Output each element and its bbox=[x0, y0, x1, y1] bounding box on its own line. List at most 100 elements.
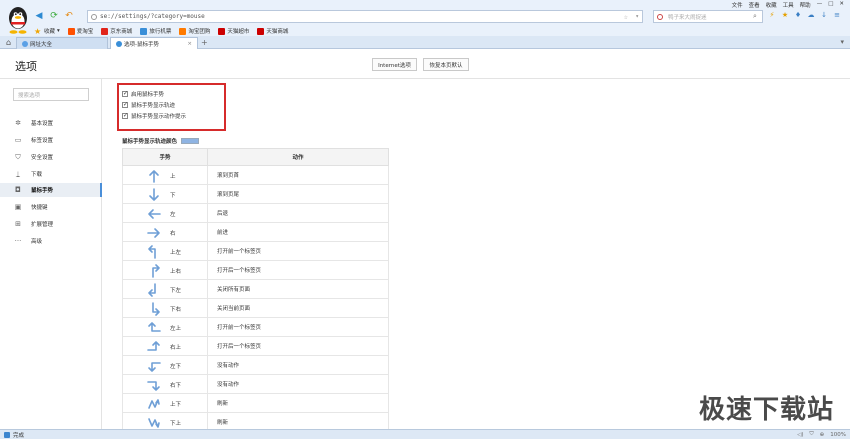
lightning-icon[interactable]: ⚡ bbox=[768, 11, 776, 19]
action-cell[interactable]: 滚到页尾 bbox=[207, 184, 389, 204]
arrow-right-up-icon bbox=[147, 341, 160, 351]
bookmark-favorites[interactable]: ★ 收藏 ▾ bbox=[34, 27, 60, 35]
sidebar-item-tabs[interactable]: ▭ 标签设置 bbox=[0, 133, 101, 147]
search-icon[interactable]: ⌕ bbox=[750, 12, 760, 22]
zoom-level[interactable]: 100% bbox=[830, 432, 846, 438]
menu-favorites[interactable]: 收藏 bbox=[766, 1, 777, 9]
table-row[interactable]: 上左 打开前一个标签页 bbox=[122, 241, 389, 261]
sidebar-item-label: 鼠标手势 bbox=[31, 188, 54, 194]
favorites-icon[interactable]: ★ bbox=[781, 11, 789, 19]
bookmark-item[interactable]: 天猫商城 bbox=[257, 27, 288, 35]
minimize-icon[interactable]: — bbox=[817, 1, 823, 9]
action-cell[interactable]: 滚到页首 bbox=[207, 165, 389, 185]
table-row[interactable]: 下 滚到页尾 bbox=[122, 184, 389, 204]
table-row[interactable]: 左 后退 bbox=[122, 203, 389, 223]
checkbox-icon[interactable]: ✓ bbox=[122, 101, 128, 108]
maximize-icon[interactable]: □ bbox=[828, 1, 833, 9]
bookmark-star-icon[interactable]: ☆ bbox=[624, 13, 628, 21]
close-icon[interactable]: ✕ bbox=[839, 1, 844, 9]
menu-view[interactable]: 查看 bbox=[749, 1, 760, 9]
address-bar[interactable]: se://settings/?category=mouse ☆ ▾ bbox=[87, 10, 643, 23]
bookmark-item[interactable]: 旅行机票 bbox=[140, 27, 171, 35]
checkbox-icon[interactable]: ✓ bbox=[122, 112, 128, 119]
menu-bar: 文件 查看 收藏 工具 帮助 — □ ✕ bbox=[732, 1, 844, 9]
table-row[interactable]: 上 滚到页首 bbox=[122, 165, 389, 185]
trail-color-swatch[interactable] bbox=[181, 138, 200, 144]
bookmark-label: 爱淘宝 bbox=[76, 29, 94, 35]
bookmark-item[interactable]: 天猫超市 bbox=[218, 27, 249, 35]
settings-search-input[interactable]: 搜索选项 bbox=[13, 88, 89, 101]
restore-defaults-button[interactable]: 恢复本页默认 bbox=[423, 58, 469, 71]
cloud-icon[interactable]: ☁ bbox=[807, 11, 815, 19]
show-hint-checkbox[interactable]: ✓ 鼠标手势显示动作提示 bbox=[122, 111, 186, 120]
checkbox-icon[interactable]: ✓ bbox=[122, 90, 128, 97]
tab-settings[interactable]: 选项-鼠标手势 × bbox=[110, 37, 198, 49]
action-cell[interactable]: 关闭当前页面 bbox=[207, 298, 389, 318]
column-header-gesture: 手势 bbox=[122, 148, 208, 166]
bookmark-item[interactable]: 淘宝团购 bbox=[179, 27, 210, 35]
table-row[interactable]: 右 前进 bbox=[122, 222, 389, 242]
search-input[interactable]: 鸭子来大闹捉迷 ⌕ bbox=[653, 10, 763, 23]
back-icon[interactable]: ◀ bbox=[34, 11, 44, 21]
table-row[interactable]: 下右 关闭当前页面 bbox=[122, 298, 389, 318]
chevron-down-icon[interactable]: ▾ bbox=[840, 38, 844, 46]
table-row[interactable]: 右下 没有动作 bbox=[122, 374, 389, 394]
sidebar-item-download[interactable]: ⍊ 下载 bbox=[0, 167, 101, 181]
action-cell[interactable]: 没有动作 bbox=[207, 374, 389, 394]
gesture-cell: 上下 bbox=[122, 393, 208, 413]
action-cell[interactable]: 前进 bbox=[207, 222, 389, 242]
search-engine-icon[interactable] bbox=[657, 14, 663, 20]
sidebar-item-mouse-gestures[interactable]: ◘ 鼠标手势 bbox=[0, 183, 102, 197]
download-icon: ⍊ bbox=[15, 170, 21, 178]
gesture-cell: 左 bbox=[122, 203, 208, 223]
new-tab-icon[interactable]: + bbox=[201, 38, 208, 47]
tab-label: 网址大全 bbox=[30, 41, 53, 48]
action-cell[interactable]: 打开后一个标签页 bbox=[207, 260, 389, 280]
internet-options-button[interactable]: Internet选项 bbox=[372, 58, 417, 71]
status-text: 完成 bbox=[13, 433, 25, 439]
table-row[interactable]: 上下 刷新 bbox=[122, 393, 389, 413]
show-trail-checkbox[interactable]: ✓ 鼠标手势显示轨迹 bbox=[122, 100, 175, 109]
sidebar-item-security[interactable]: ⛉ 安全设置 bbox=[0, 150, 101, 164]
bookmark-label: 收藏 bbox=[44, 29, 56, 35]
gesture-name: 左 bbox=[170, 212, 176, 218]
tab-icon: ▭ bbox=[14, 136, 22, 144]
shield-status-icon[interactable]: ⛉ bbox=[810, 431, 814, 438]
action-cell[interactable]: 打开前一个标签页 bbox=[207, 317, 389, 337]
action-cell[interactable]: 关闭所有页面 bbox=[207, 279, 389, 299]
action-cell[interactable]: 刷新 bbox=[207, 393, 389, 413]
bookmark-item[interactable]: 京东商城 bbox=[101, 27, 132, 35]
download-tool-icon[interactable]: ↓ bbox=[820, 11, 828, 19]
menu-help[interactable]: 帮助 bbox=[800, 1, 811, 9]
table-row[interactable]: 左下 没有动作 bbox=[122, 355, 389, 375]
table-row[interactable]: 下左 关闭所有页面 bbox=[122, 279, 389, 299]
arrow-up-down-icon bbox=[148, 399, 160, 409]
action-cell[interactable]: 后退 bbox=[207, 203, 389, 223]
close-tab-icon[interactable]: × bbox=[187, 41, 192, 47]
chevron-down-icon[interactable]: ▾ bbox=[635, 13, 639, 20]
refresh-icon[interactable]: ⟳ bbox=[49, 11, 59, 21]
table-row[interactable]: 左上 打开前一个标签页 bbox=[122, 317, 389, 337]
action-cell[interactable]: 没有动作 bbox=[207, 355, 389, 375]
home-icon[interactable]: ⌂ bbox=[6, 38, 11, 47]
action-cell[interactable]: 打开前一个标签页 bbox=[207, 241, 389, 261]
speaker-icon[interactable]: ◁) bbox=[797, 432, 803, 438]
bookmark-label: 旅行机票 bbox=[149, 29, 172, 35]
menu-grid-icon[interactable]: ≡ bbox=[833, 11, 841, 19]
shield-tool-icon[interactable]: ♦ bbox=[794, 11, 802, 19]
menu-tools[interactable]: 工具 bbox=[783, 1, 794, 9]
undo-icon[interactable]: ↶ bbox=[64, 11, 74, 21]
sidebar-item-extensions[interactable]: ⊞ 扩展管理 bbox=[0, 217, 101, 231]
enable-gestures-checkbox[interactable]: ✓ 启用鼠标手势 bbox=[122, 89, 164, 98]
sidebar-item-shortcuts[interactable]: ▣ 快捷键 bbox=[0, 200, 101, 214]
action-cell[interactable]: 打开后一个标签页 bbox=[207, 336, 389, 356]
sidebar-item-basic[interactable]: ✲ 基本设置 bbox=[0, 116, 101, 130]
tab-home[interactable]: 网址大全 bbox=[16, 37, 108, 49]
table-row[interactable]: 上右 打开后一个标签页 bbox=[122, 260, 389, 280]
zoom-icon[interactable]: ⊕ bbox=[820, 432, 825, 438]
page-header: 选项 Internet选项 恢复本页默认 bbox=[0, 49, 850, 79]
bookmark-item[interactable]: 爱淘宝 bbox=[67, 27, 94, 35]
menu-file[interactable]: 文件 bbox=[732, 1, 743, 9]
sidebar-item-advanced[interactable]: ··· 高级 bbox=[0, 234, 101, 248]
table-row[interactable]: 右上 打开后一个标签页 bbox=[122, 336, 389, 356]
